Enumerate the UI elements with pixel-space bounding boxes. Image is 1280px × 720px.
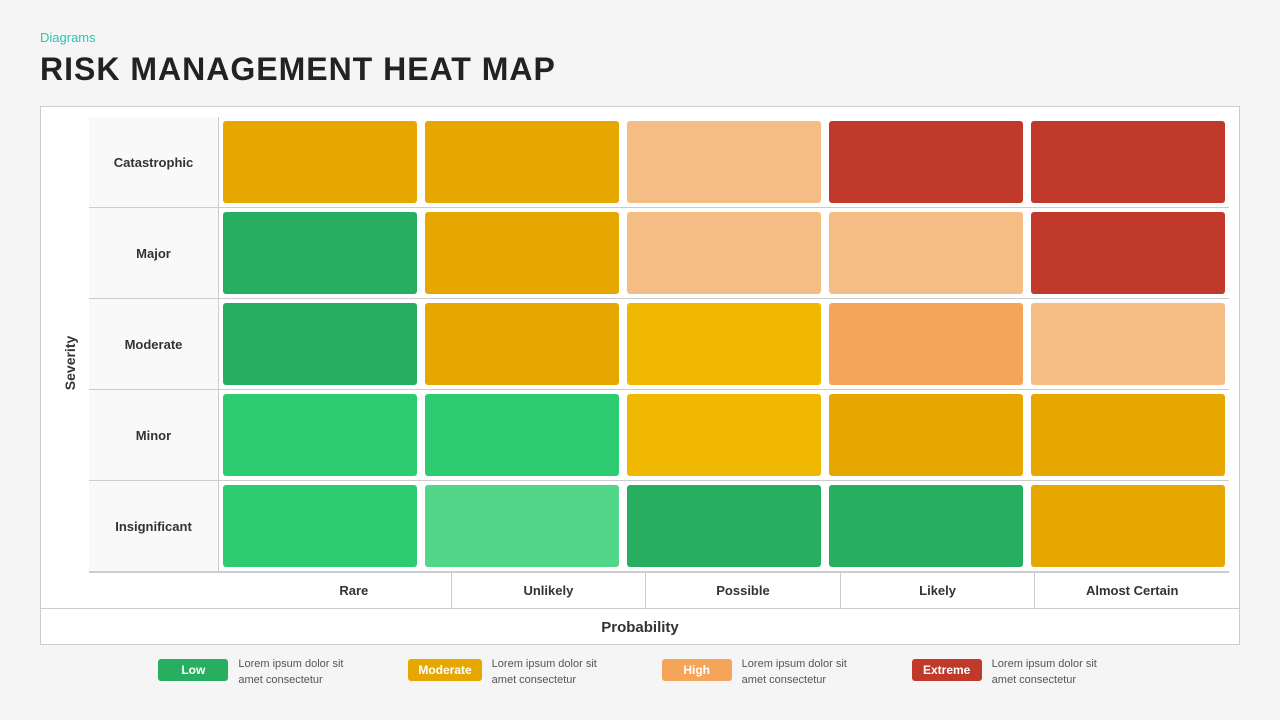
grid-rows: CatastrophicMajorModerateMinorInsignific… (89, 117, 1229, 572)
heat-cell (1031, 485, 1225, 567)
grid-row: Minor (89, 390, 1229, 481)
row-label: Moderate (89, 299, 219, 389)
col-headers: RareUnlikelyPossibleLikelyAlmost Certain (257, 573, 1229, 608)
legend-badge: High (662, 659, 732, 681)
row-label: Major (89, 208, 219, 298)
page-title: RISK MANAGEMENT HEAT MAP (40, 51, 1240, 88)
heat-cell (425, 394, 619, 476)
legend-badge: Moderate (408, 659, 481, 681)
row-cells (219, 390, 1229, 480)
legend-item: Extreme Lorem ipsum dolor sit amet consec… (912, 657, 1122, 688)
heat-cell (223, 394, 417, 476)
heat-cell (1031, 394, 1225, 476)
heat-cell (829, 394, 1023, 476)
heat-cell (425, 121, 619, 203)
row-cells (219, 208, 1229, 298)
col-header: Possible (646, 573, 841, 608)
legend: Low Lorem ipsum dolor sit amet consectetu… (40, 645, 1240, 700)
row-cells (219, 117, 1229, 207)
heat-cell (425, 212, 619, 294)
heat-cell (627, 121, 821, 203)
heat-cell (223, 485, 417, 567)
grid-section: CatastrophicMajorModerateMinorInsignific… (89, 117, 1229, 608)
legend-item: Low Lorem ipsum dolor sit amet consectetu… (158, 657, 368, 688)
legend-description: Lorem ipsum dolor sit amet consectetur (742, 657, 872, 688)
heat-cell (1031, 303, 1225, 385)
heat-cell (425, 485, 619, 567)
col-header: Unlikely (452, 573, 647, 608)
heat-cell (627, 485, 821, 567)
col-header: Likely (841, 573, 1036, 608)
heat-cell (425, 303, 619, 385)
grid-row: Moderate (89, 299, 1229, 390)
legend-badge: Low (158, 659, 228, 681)
row-cells (219, 299, 1229, 389)
legend-description: Lorem ipsum dolor sit amet consectetur (238, 657, 368, 688)
grid-row: Catastrophic (89, 117, 1229, 208)
severity-axis-label: Severity (51, 117, 89, 608)
heat-cell (829, 212, 1023, 294)
col-header: Almost Certain (1035, 573, 1229, 608)
col-header: Rare (257, 573, 452, 608)
row-label: Minor (89, 390, 219, 480)
grid-row: Major (89, 208, 1229, 299)
legend-item: Moderate Lorem ipsum dolor sit amet conse… (408, 657, 621, 688)
legend-badge: Extreme (912, 659, 982, 681)
heat-cell (627, 212, 821, 294)
grid-row: Insignificant (89, 481, 1229, 572)
matrix-area: Severity CatastrophicMajorModerateMinorI… (41, 107, 1239, 608)
heat-cell (1031, 212, 1225, 294)
chart-container: Severity CatastrophicMajorModerateMinorI… (40, 106, 1240, 645)
legend-description: Lorem ipsum dolor sit amet consectetur (992, 657, 1122, 688)
heat-cell (223, 212, 417, 294)
probability-axis-label: Probability (41, 608, 1239, 644)
heat-cell (829, 303, 1023, 385)
row-label: Catastrophic (89, 117, 219, 207)
breadcrumb: Diagrams (40, 30, 1240, 45)
legend-description: Lorem ipsum dolor sit amet consectetur (492, 657, 622, 688)
heat-cell (829, 121, 1023, 203)
heat-cell (627, 303, 821, 385)
heat-cell (627, 394, 821, 476)
col-headers-row: RareUnlikelyPossibleLikelyAlmost Certain (89, 572, 1229, 608)
row-label: Insignificant (89, 481, 219, 571)
heat-cell (223, 121, 417, 203)
heat-cell (1031, 121, 1225, 203)
heat-cell (829, 485, 1023, 567)
legend-item: High Lorem ipsum dolor sit amet consectet… (662, 657, 872, 688)
row-cells (219, 481, 1229, 571)
heat-cell (223, 303, 417, 385)
